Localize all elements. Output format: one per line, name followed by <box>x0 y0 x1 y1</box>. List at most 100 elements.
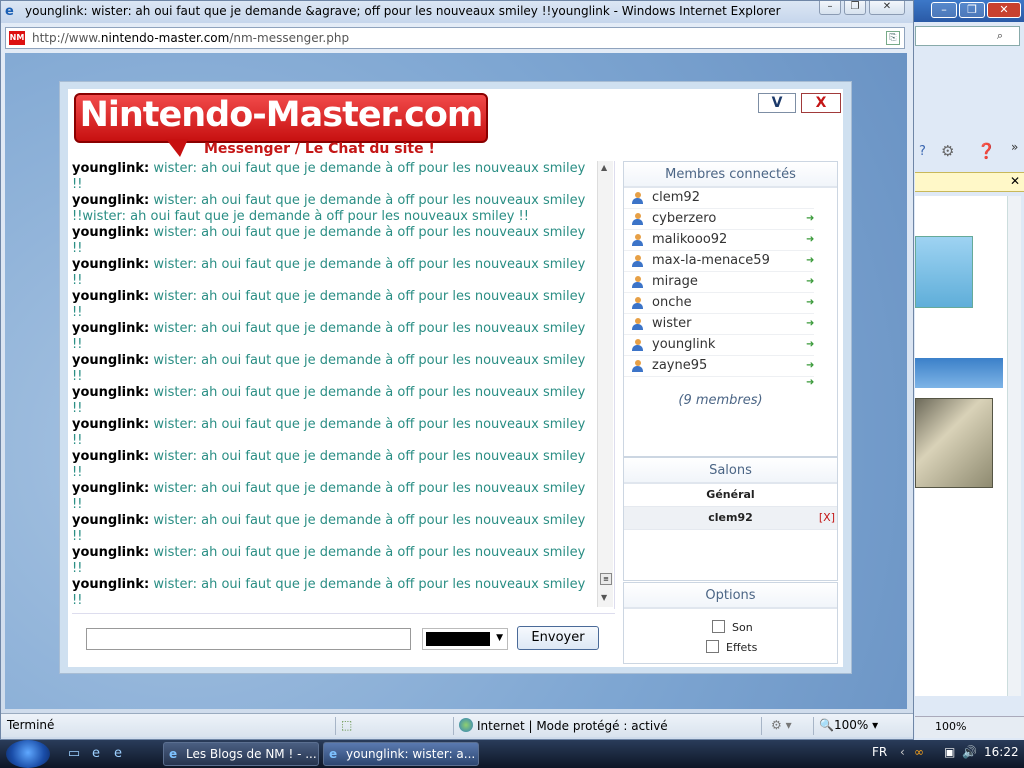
address-bar[interactable]: NM http://www.nintendo-master.com/nm-mes… <box>5 27 905 49</box>
network-icon[interactable]: ▣ <box>944 745 955 759</box>
message-author[interactable]: younglink: <box>72 481 149 496</box>
member-name[interactable]: mirage <box>652 274 698 289</box>
arrow-right-icon[interactable]: ➜ <box>806 230 814 250</box>
message-input[interactable] <box>86 628 411 650</box>
clock[interactable]: 16:22 <box>984 745 1019 759</box>
arrow-right-icon[interactable]: ➜ <box>806 314 814 334</box>
member-item[interactable]: younglink ➜ <box>624 335 814 356</box>
member-name[interactable]: malikooo92 <box>652 232 727 247</box>
site-logo[interactable]: Nintendo-Master.com Messenger / Le Chat … <box>74 93 488 161</box>
message-author[interactable]: younglink: <box>72 417 149 432</box>
security-zone[interactable]: Internet | Mode protégé : activé <box>459 718 668 733</box>
member-name[interactable]: onche <box>652 295 692 310</box>
security-icon[interactable]: ⬚ <box>341 718 352 732</box>
maximize-button[interactable]: ❐ <box>844 1 866 15</box>
member-name[interactable]: clem92 <box>652 190 700 205</box>
scroll-up-icon[interactable]: ▲ <box>601 163 607 172</box>
arrow-right-icon[interactable]: ➜ <box>806 272 814 292</box>
minimize-button[interactable]: – <box>819 1 841 15</box>
background-scrollbar[interactable] <box>1007 196 1021 696</box>
background-minimize-button[interactable]: – <box>931 2 957 18</box>
close-window-button[interactable]: ✕ <box>869 1 905 15</box>
gear-icon[interactable]: ⚙ <box>941 142 954 160</box>
tray-expand-icon[interactable]: ‹ <box>900 745 905 759</box>
background-image[interactable] <box>915 398 993 488</box>
message-author[interactable]: younglink: <box>72 385 149 400</box>
ie-quicklaunch-icon-2[interactable]: e <box>110 746 126 762</box>
background-address-bar[interactable]: ⌕ <box>915 26 1020 46</box>
tray-app-icon[interactable]: ∞ <box>914 745 924 759</box>
arrow-right-icon[interactable]: ➜ <box>806 356 814 376</box>
member-name[interactable]: younglink <box>652 337 715 352</box>
message-scrollbar[interactable]: ▲ ≡ ▼ <box>597 161 613 607</box>
close-icon[interactable]: ✕ <box>1010 174 1020 188</box>
message-author[interactable]: younglink: <box>72 193 149 208</box>
member-item[interactable]: mirage ➜ <box>624 272 814 293</box>
page-icon[interactable]: ⎘ <box>886 31 900 45</box>
message-author[interactable]: younglink: <box>72 513 149 528</box>
help-icon[interactable]: ? <box>919 144 926 159</box>
user-icon <box>632 255 643 267</box>
background-close-button[interactable]: ✕ <box>987 2 1021 18</box>
show-desktop-icon[interactable]: ▭ <box>66 746 82 762</box>
member-item[interactable]: cyberzero ➜ <box>624 209 814 230</box>
member-name[interactable]: max-la-menace59 <box>652 253 770 268</box>
help-circle-icon[interactable]: ❓ <box>977 142 996 160</box>
chat-message: younglink: wister: ah oui faut que je de… <box>72 161 597 193</box>
option-son[interactable]: Son <box>624 617 837 637</box>
zoom-control[interactable]: 🔍100% ▾ <box>819 718 878 732</box>
close-room-button[interactable]: [X] <box>819 507 835 529</box>
background-thumbnail-image[interactable] <box>915 236 973 308</box>
arrow-right-icon[interactable]: ➜ <box>806 377 814 388</box>
language-indicator[interactable]: FR <box>872 745 887 759</box>
protected-mode-icon[interactable]: ⚙ ▾ <box>771 718 792 732</box>
search-icon[interactable]: ⌕ <box>997 29 1003 43</box>
close-chat-button[interactable]: X <box>801 93 841 113</box>
member-item[interactable]: clem92 <box>624 188 814 209</box>
options-spacer <box>624 609 837 617</box>
address-url[interactable]: http://www.nintendo-master.com/nm-messen… <box>32 31 349 45</box>
ie-icon: e <box>329 747 338 761</box>
member-item[interactable]: zayne95 ➜ <box>624 356 814 377</box>
message-author[interactable]: younglink: <box>72 449 149 464</box>
member-name[interactable]: zayne95 <box>652 358 707 373</box>
message-author[interactable]: younglink: <box>72 321 149 336</box>
arrow-right-icon[interactable]: ➜ <box>806 293 814 313</box>
room-item[interactable]: clem92 [X] <box>624 507 837 530</box>
message-author[interactable]: younglink: <box>72 353 149 368</box>
taskbar-item-chat[interactable]: e younglink: wister: a... <box>323 742 479 766</box>
member-name[interactable]: wister <box>652 316 691 331</box>
option-effets[interactable]: Effets <box>624 637 837 657</box>
background-maximize-button[interactable]: ❐ <box>959 2 985 18</box>
member-item[interactable]: onche ➜ <box>624 293 814 314</box>
room-item[interactable]: Général <box>624 484 837 507</box>
scroll-down-icon[interactable]: ▼ <box>601 593 607 602</box>
arrow-right-icon[interactable]: ➜ <box>806 209 814 229</box>
message-author[interactable]: younglink: <box>72 225 149 240</box>
member-item[interactable]: max-la-menace59 ➜ <box>624 251 814 272</box>
minimize-chat-button[interactable]: V <box>758 93 796 113</box>
volume-icon[interactable]: 🔊 <box>962 745 977 759</box>
message-author[interactable]: younglink: <box>72 577 149 592</box>
sound-checkbox[interactable] <box>712 620 725 633</box>
message-author[interactable]: younglink: <box>72 161 149 176</box>
message-author[interactable]: younglink: <box>72 289 149 304</box>
member-item[interactable]: malikooo92 ➜ <box>624 230 814 251</box>
ie-quicklaunch-icon[interactable]: e <box>88 746 104 762</box>
message-list[interactable]: younglink: wister: ah oui faut que je de… <box>72 161 615 609</box>
send-button[interactable]: Envoyer <box>517 626 599 650</box>
start-button[interactable] <box>6 740 50 768</box>
text-color-select[interactable]: ▼ <box>422 628 508 650</box>
effects-checkbox[interactable] <box>706 640 719 653</box>
member-item[interactable]: wister ➜ <box>624 314 814 335</box>
message-author[interactable]: younglink: <box>72 545 149 560</box>
arrow-right-icon[interactable]: ➜ <box>806 335 814 355</box>
background-zoom-level[interactable]: 100% <box>935 720 966 733</box>
arrow-right-icon[interactable]: ➜ <box>806 251 814 271</box>
message-author[interactable]: younglink: <box>72 257 149 272</box>
scroll-thumb[interactable]: ≡ <box>600 573 612 585</box>
member-name[interactable]: cyberzero <box>652 211 716 226</box>
taskbar-item-blogs[interactable]: e Les Blogs de NM ! - ... <box>163 742 319 766</box>
chat-message: younglink: wister: ah oui faut que je de… <box>72 353 597 385</box>
chevron-right-icon[interactable]: » <box>1011 140 1018 154</box>
